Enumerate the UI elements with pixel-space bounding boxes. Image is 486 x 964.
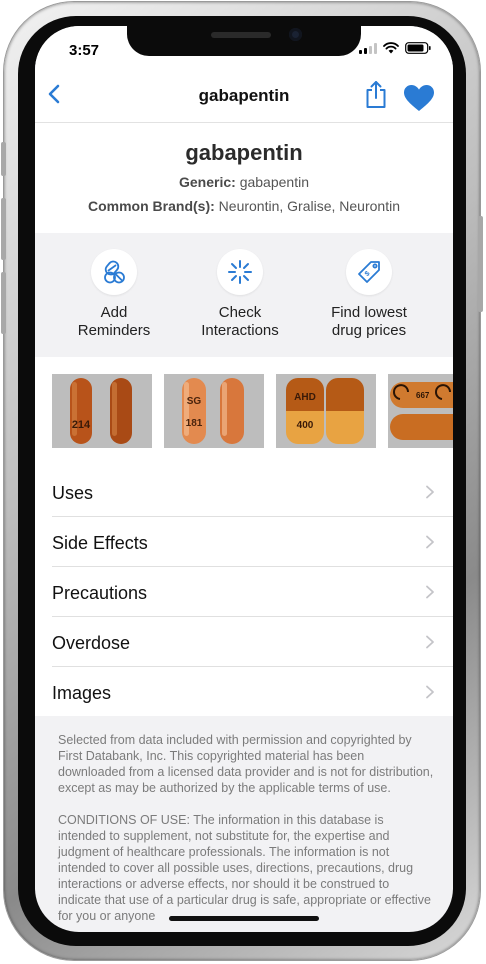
interaction-spark-icon bbox=[228, 260, 252, 284]
phone-side-button bbox=[1, 142, 6, 176]
share-icon[interactable] bbox=[363, 80, 389, 110]
battery-icon bbox=[405, 42, 431, 54]
action-icon-circle: $ bbox=[346, 249, 392, 295]
copyright-text: Selected from data included with permiss… bbox=[58, 733, 434, 795]
pills-icon bbox=[104, 260, 125, 284]
home-indicator[interactable] bbox=[169, 916, 319, 921]
section-menu: Uses Side Effects Precautions Overdose I… bbox=[35, 467, 453, 716]
phone-side-button bbox=[478, 216, 483, 312]
generic-line: Generic: gabapentin bbox=[35, 174, 453, 190]
capsule-icon: AHD 400 bbox=[286, 378, 364, 444]
nav-title: gabapentin bbox=[198, 86, 290, 105]
svg-text:$: $ bbox=[364, 270, 372, 278]
pill-image[interactable]: SG 181 bbox=[164, 374, 264, 448]
pill-image-strip[interactable]: 214 SG 181 AHD 400 667 bbox=[35, 357, 453, 467]
find-lowest-prices-button[interactable]: $ Find lowest drug prices bbox=[304, 249, 434, 340]
action-label: Check Interactions bbox=[201, 304, 279, 339]
brands-value: Neurontin, Gralise, Neurontin bbox=[218, 198, 400, 214]
capsule-icon: 214 bbox=[70, 378, 132, 444]
menu-label: Images bbox=[52, 683, 112, 703]
quick-actions: Add Reminders Check Interactions $ Find … bbox=[35, 233, 453, 357]
check-interactions-button[interactable]: Check Interactions bbox=[175, 249, 305, 340]
app-screen: 3:57 gabapentin gabapentin Generic: gaba… bbox=[35, 26, 453, 932]
svg-text:181: 181 bbox=[186, 418, 203, 429]
price-tag-icon: $ bbox=[358, 261, 380, 283]
brands-line: Common Brand(s): Neurontin, Gralise, Neu… bbox=[35, 198, 453, 214]
generic-label: Generic: bbox=[179, 174, 236, 190]
menu-item-side-effects[interactable]: Side Effects bbox=[52, 517, 453, 567]
conditions-of-use-text: CONDITIONS OF USE: The information in th… bbox=[58, 813, 431, 923]
menu-item-precautions[interactable]: Precautions bbox=[52, 567, 453, 617]
pill-image[interactable]: AHD 400 bbox=[276, 374, 376, 448]
chevron-right-icon bbox=[426, 635, 434, 649]
action-label: Find lowest drug prices bbox=[331, 304, 407, 339]
signal-icon bbox=[359, 42, 377, 54]
menu-item-overdose[interactable]: Overdose bbox=[52, 617, 453, 667]
svg-text:AHD: AHD bbox=[294, 392, 316, 403]
add-reminders-button[interactable]: Add Reminders bbox=[49, 249, 179, 340]
svg-text:400: 400 bbox=[297, 420, 314, 431]
action-icon-circle bbox=[91, 249, 137, 295]
chevron-right-icon bbox=[426, 535, 434, 549]
action-label: Add Reminders bbox=[77, 304, 151, 339]
capsule-icon: 667 bbox=[390, 382, 453, 440]
action-icon-circle bbox=[217, 249, 263, 295]
pill-image[interactable]: 214 bbox=[52, 374, 152, 448]
menu-label: Uses bbox=[52, 483, 94, 503]
speaker bbox=[211, 32, 271, 38]
svg-text:214: 214 bbox=[72, 419, 91, 431]
generic-value: gabapentin bbox=[239, 174, 309, 190]
heart-icon[interactable] bbox=[403, 84, 435, 112]
capsule-icon: SG 181 bbox=[182, 378, 244, 444]
chevron-right-icon bbox=[426, 685, 434, 699]
phone-side-button bbox=[1, 198, 6, 260]
svg-text:667: 667 bbox=[416, 391, 430, 400]
legal-disclaimer: Selected from data included with permiss… bbox=[58, 732, 434, 932]
status-time: 3:57 bbox=[69, 42, 100, 59]
menu-item-uses[interactable]: Uses bbox=[52, 467, 453, 517]
chevron-left-icon[interactable] bbox=[43, 80, 67, 108]
navigation-bar: gabapentin bbox=[35, 66, 453, 123]
svg-text:SG: SG bbox=[187, 396, 202, 407]
chevron-right-icon bbox=[426, 585, 434, 599]
drug-name: gabapentin bbox=[185, 140, 303, 165]
menu-item-images[interactable]: Images bbox=[52, 667, 453, 716]
chevron-right-icon bbox=[426, 485, 434, 499]
status-icons bbox=[359, 42, 431, 54]
menu-label: Precautions bbox=[52, 583, 148, 603]
camera-icon bbox=[289, 28, 302, 41]
menu-label: Overdose bbox=[52, 633, 131, 653]
notch bbox=[127, 26, 361, 56]
wifi-icon bbox=[383, 42, 399, 54]
menu-label: Side Effects bbox=[52, 533, 148, 553]
brands-label: Common Brand(s): bbox=[88, 198, 215, 214]
phone-side-button bbox=[1, 272, 6, 334]
drug-header: gabapentin Generic: gabapentin Common Br… bbox=[35, 123, 453, 233]
pill-image[interactable]: 667 bbox=[388, 374, 453, 448]
